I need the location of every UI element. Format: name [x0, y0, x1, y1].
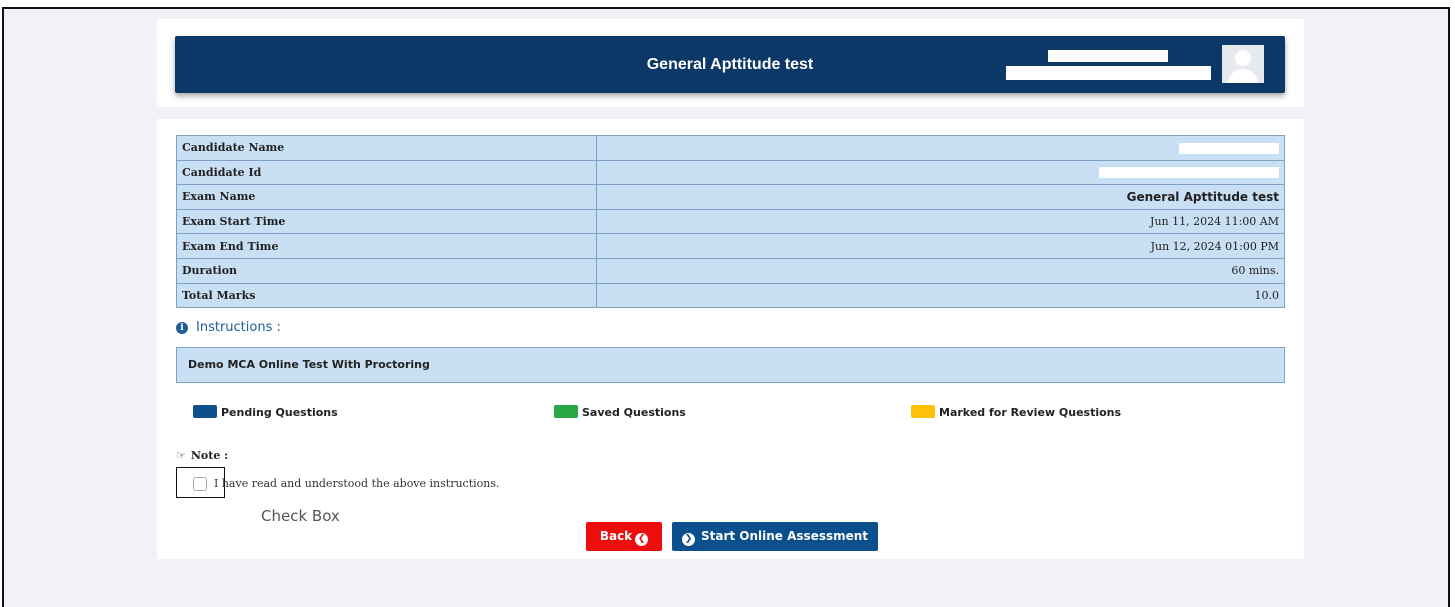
legend-review: Marked for Review Questions — [911, 405, 1121, 419]
avatar-body — [1228, 69, 1258, 83]
row-label: Exam Start Time — [176, 208, 597, 235]
legend-saved-label: Saved Questions — [582, 406, 686, 419]
hand-point-right-icon: ☞ — [176, 449, 186, 462]
exam-name-value: General Apttitude test — [596, 184, 1285, 210]
pending-swatch — [193, 405, 217, 418]
user-email-redacted — [1006, 66, 1211, 80]
agreement-checkbox[interactable] — [193, 477, 207, 491]
table-row: Duration 60 mins. — [176, 257, 1285, 284]
candidate-info-table: Candidate Name Candidate Id Exam Name Ge… — [176, 135, 1285, 309]
info-icon: i — [176, 322, 188, 334]
main-card: Candidate Name Candidate Id Exam Name Ge… — [157, 119, 1304, 559]
page-frame: General Apttitude test Candidate Name Ca… — [2, 7, 1450, 607]
instructions-heading-text: Instructions : — [196, 320, 281, 335]
header-bar: General Apttitude test — [175, 36, 1285, 93]
note: ☞ Note : — [176, 449, 228, 462]
exam-start-value: Jun 11, 2024 11:00 AM — [596, 208, 1285, 235]
avatar — [1222, 45, 1264, 83]
legend-review-label: Marked for Review Questions — [939, 406, 1122, 419]
exam-end-value: Jun 12, 2024 01:00 PM — [596, 233, 1285, 259]
chevron-right-circle-icon: ❯ — [681, 533, 695, 546]
header-card: General Apttitude test — [157, 19, 1304, 107]
total-marks-value: 10.0 — [596, 282, 1285, 309]
row-label: Total Marks — [176, 282, 597, 309]
row-label: Exam End Time — [176, 233, 597, 259]
agreement-row: I have read and understood the above ins… — [176, 467, 576, 507]
start-button-label: Start Online Assessment — [700, 529, 869, 543]
table-row: Exam End Time Jun 12, 2024 01:00 PM — [176, 233, 1285, 259]
row-label: Candidate Id — [176, 159, 597, 186]
legend-saved: Saved Questions — [554, 405, 686, 419]
user-name-redacted — [1048, 50, 1168, 62]
legend-pending-label: Pending Questions — [221, 406, 338, 419]
table-row: Candidate Name — [176, 135, 1285, 161]
instructions-text: Demo MCA Online Test With Proctoring — [176, 347, 1285, 383]
table-row: Candidate Id — [176, 159, 1285, 186]
table-row: Exam Name General Apttitude test — [176, 184, 1285, 210]
note-label: Note : — [190, 449, 229, 462]
instructions-heading: i Instructions : — [176, 320, 281, 335]
back-button-label: Back — [599, 529, 633, 543]
candidate-id-value — [596, 159, 1285, 186]
duration-value: 60 mins. — [596, 257, 1285, 284]
table-row: Total Marks 10.0 — [176, 282, 1285, 309]
legend-pending: Pending Questions — [193, 405, 338, 419]
redacted-value — [1179, 142, 1279, 154]
row-label: Exam Name — [176, 184, 597, 210]
back-button[interactable]: Back ❮ — [586, 522, 662, 551]
saved-swatch — [554, 405, 578, 418]
redacted-value — [1099, 167, 1279, 179]
review-swatch — [911, 405, 935, 418]
avatar-head — [1235, 50, 1251, 66]
agreement-label[interactable]: I have read and understood the above ins… — [214, 477, 500, 490]
page-title: General Apttitude test — [646, 56, 814, 73]
checkbox-caption: Check Box — [261, 507, 340, 525]
row-label: Candidate Name — [176, 135, 597, 161]
candidate-name-value — [596, 135, 1285, 161]
row-label: Duration — [176, 257, 597, 284]
table-row: Exam Start Time Jun 11, 2024 11:00 AM — [176, 208, 1285, 235]
chevron-left-circle-icon: ❮ — [635, 533, 649, 546]
start-assessment-button[interactable]: ❯ Start Online Assessment — [672, 522, 878, 551]
